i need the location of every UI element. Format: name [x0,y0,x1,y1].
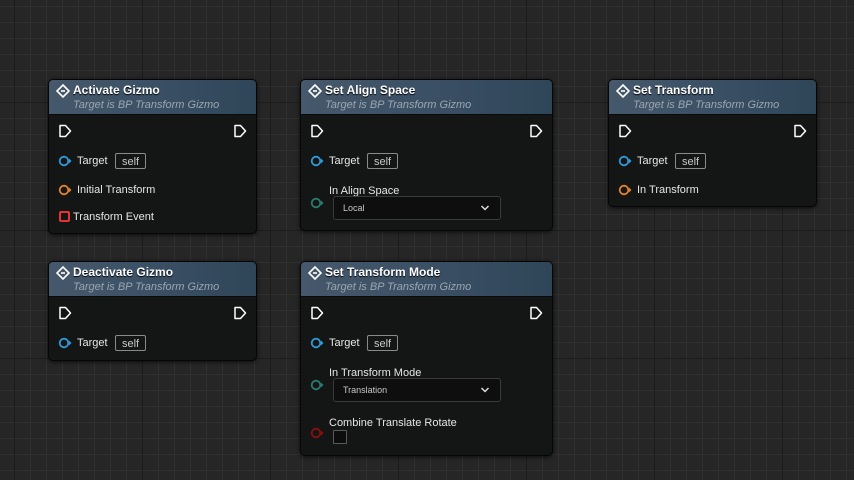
target-pin[interactable] [618,154,632,168]
combine-translate-rotate-pin[interactable] [310,426,324,440]
combine-translate-rotate-label: Combine Translate Rotate [329,417,457,429]
target-label: Target [77,155,108,167]
function-icon [308,84,322,98]
target-label: Target [329,337,360,349]
node-set-transform-mode[interactable]: Set Transform Mode Target is BP Transfor… [300,261,553,456]
initial-transform-label: Initial Transform [77,184,156,196]
align-space-pin[interactable] [310,196,324,210]
target-self-field[interactable]: self [367,335,399,351]
node-set-align-space[interactable]: Set Align Space Target is BP Transform G… [300,79,553,231]
exec-output-pin[interactable] [529,124,543,138]
node-header[interactable]: Set Transform Target is BP Transform Giz… [609,80,816,115]
exec-output-pin[interactable] [233,306,247,320]
node-title: Set Align Space [325,83,416,97]
node-title: Set Transform [633,83,714,97]
node-activate-gizmo[interactable]: Activate Gizmo Target is BP Transform Gi… [48,79,257,234]
in-transform-pin[interactable] [618,183,632,197]
node-header[interactable]: Deactivate Gizmo Target is BP Transform … [49,262,256,297]
target-self-field[interactable]: self [675,153,707,169]
initial-transform-pin[interactable] [58,183,72,197]
align-space-dropdown[interactable]: Local [333,196,501,220]
target-pin[interactable] [58,154,72,168]
node-header[interactable]: Activate Gizmo Target is BP Transform Gi… [49,80,256,115]
combine-translate-rotate-checkbox[interactable] [333,430,347,444]
target-pin[interactable] [310,336,324,350]
target-label: Target [637,155,668,167]
in-transform-label: In Transform [637,184,699,196]
target-pin[interactable] [310,154,324,168]
function-icon [56,84,70,98]
exec-input-pin[interactable] [58,124,72,138]
target-self-field[interactable]: self [115,153,147,169]
node-subtitle: Target is BP Transform Gizmo [325,99,472,111]
target-label: Target [329,155,360,167]
target-label: Target [77,337,108,349]
node-title: Activate Gizmo [73,83,160,97]
dropdown-value: Translation [343,385,388,395]
exec-output-pin[interactable] [529,306,543,320]
exec-output-pin[interactable] [233,124,247,138]
exec-output-pin[interactable] [793,124,807,138]
node-deactivate-gizmo[interactable]: Deactivate Gizmo Target is BP Transform … [48,261,257,361]
node-subtitle: Target is BP Transform Gizmo [73,99,220,111]
node-header[interactable]: Set Transform Mode Target is BP Transfor… [301,262,552,297]
exec-input-pin[interactable] [310,306,324,320]
node-header[interactable]: Set Align Space Target is BP Transform G… [301,80,552,115]
node-subtitle: Target is BP Transform Gizmo [73,281,220,293]
node-subtitle: Target is BP Transform Gizmo [633,99,780,111]
target-self-field[interactable]: self [367,153,399,169]
exec-input-pin[interactable] [618,124,632,138]
node-subtitle: Target is BP Transform Gizmo [325,281,472,293]
target-self-field[interactable]: self [115,335,147,351]
exec-input-pin[interactable] [58,306,72,320]
chevron-down-icon [480,387,490,393]
function-icon [616,84,630,98]
target-pin[interactable] [58,336,72,350]
blueprint-graph-canvas[interactable]: Activate Gizmo Target is BP Transform Gi… [0,0,854,480]
node-set-transform[interactable]: Set Transform Target is BP Transform Giz… [608,79,817,207]
transform-mode-pin[interactable] [310,378,324,392]
transform-mode-dropdown[interactable]: Translation [333,378,501,402]
node-title: Deactivate Gizmo [73,265,174,279]
function-icon [308,266,322,280]
exec-input-pin[interactable] [310,124,324,138]
node-title: Set Transform Mode [325,265,441,279]
function-icon [56,266,70,280]
transform-event-pin[interactable] [58,210,72,224]
dropdown-value: Local [343,203,365,213]
transform-event-label: Transform Event [73,211,154,223]
chevron-down-icon [480,205,490,211]
